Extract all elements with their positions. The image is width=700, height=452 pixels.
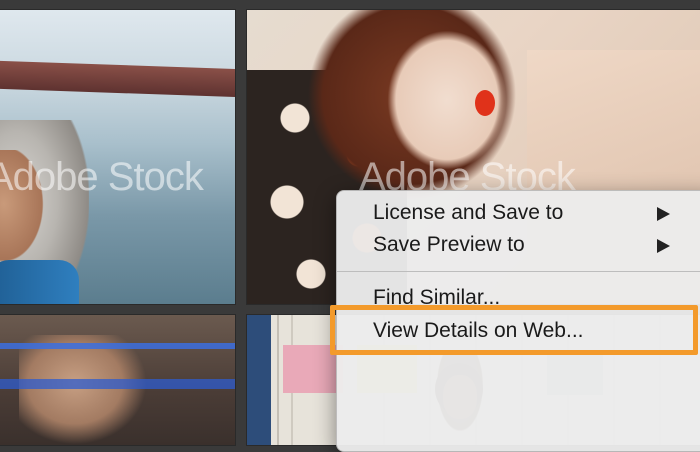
menu-item-save-preview[interactable]: Save Preview to — [373, 233, 525, 257]
stock-image-tile-3[interactable] — [0, 314, 236, 446]
menu-item-label: Save Preview to — [373, 233, 525, 256]
menu-item-label: License and Save to — [373, 201, 564, 224]
stock-image-tile-1[interactable]: Adobe Stock — [0, 9, 236, 305]
highlight-outline — [330, 305, 698, 355]
submenu-arrow-icon — [657, 207, 670, 221]
menu-separator — [337, 271, 700, 272]
shirt-shape — [0, 260, 79, 304]
submenu-arrow-icon — [657, 239, 670, 253]
watermark: Adobe Stock — [0, 155, 204, 199]
menu-item-license-and-save[interactable]: License and Save to — [373, 201, 563, 225]
figure-shape — [19, 335, 159, 445]
swatch-blue — [247, 315, 271, 445]
glitch-line — [0, 343, 235, 349]
lips-shape — [475, 90, 495, 116]
glitch-line — [0, 379, 235, 389]
railing-shape — [0, 60, 235, 98]
